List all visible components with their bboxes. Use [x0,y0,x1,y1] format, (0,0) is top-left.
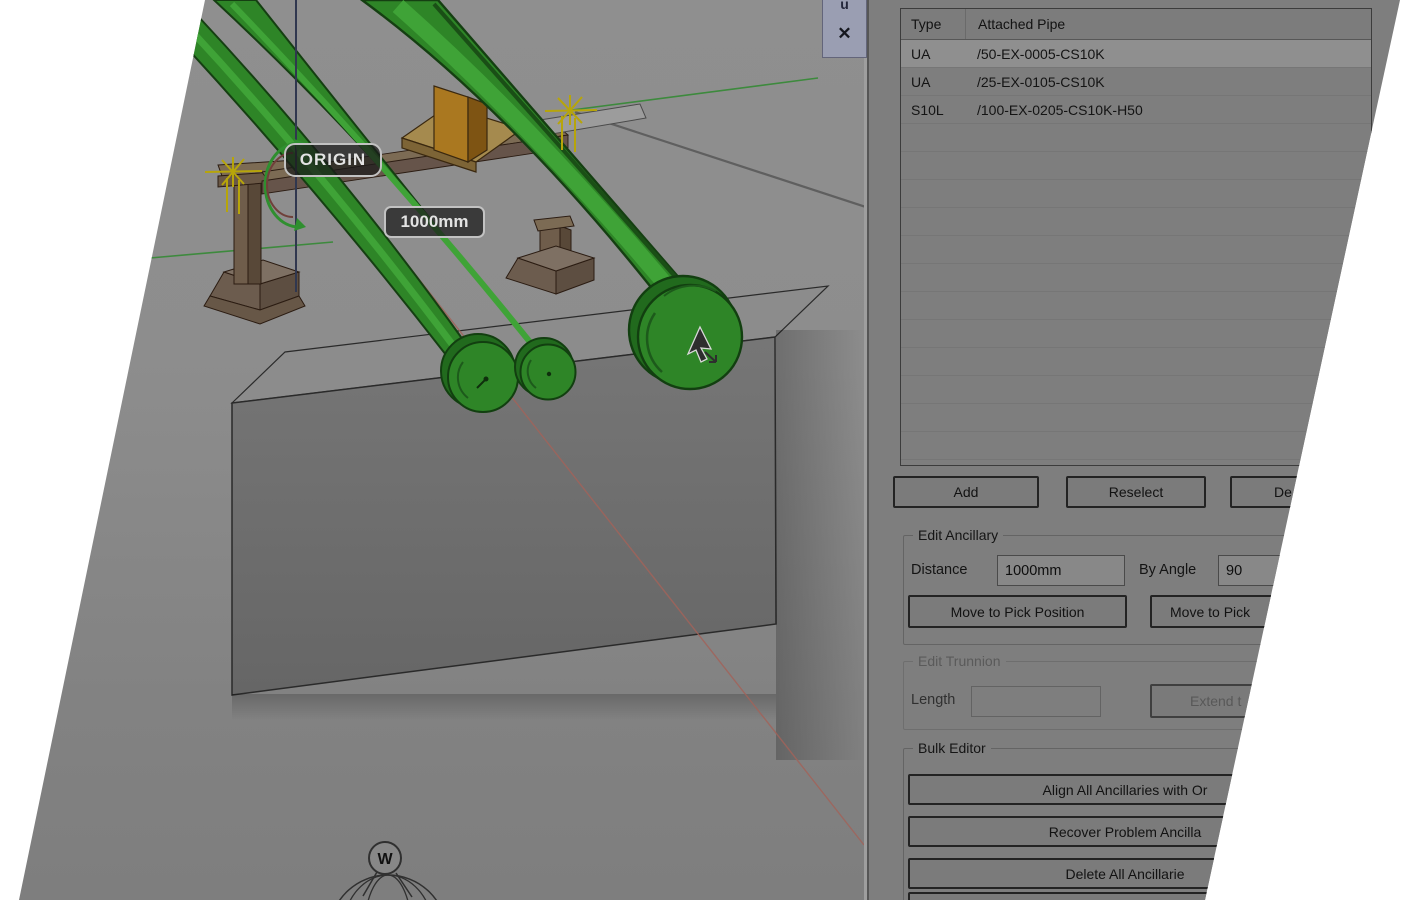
3d-viewport[interactable]: W ORIGIN 1000mm [0,0,866,900]
distance-readout-label: 1000mm [384,206,485,238]
table-row-empty[interactable] [901,404,1371,432]
bulk-editor-button[interactable]: Align All Ancillaries with Or [908,774,1342,805]
docked-panel-tab-title: u [823,0,866,12]
attached-pipe-table[interactable]: Type Attached Pipe UA/50-EX-0005-CS10KUA… [900,8,1372,466]
table-row-empty[interactable] [901,124,1371,152]
table-row-empty[interactable] [901,292,1371,320]
table-row-empty[interactable] [901,264,1371,292]
compass-gizmo[interactable]: W [329,842,447,900]
length-label: Length [911,692,955,708]
cell-type: UA [901,74,965,90]
table-row[interactable]: UA/25-EX-0105-CS10K [901,68,1371,96]
table-row-empty[interactable] [901,180,1371,208]
table-row[interactable]: S10L/100-EX-0205-CS10K-H50 [901,96,1371,124]
table-row-empty[interactable] [901,376,1371,404]
cell-type: UA [901,46,965,62]
table-row-empty[interactable] [901,320,1371,348]
add-button[interactable]: Add [893,476,1039,508]
table-row-empty[interactable] [901,460,1371,466]
edit-ancillary-title: Edit Ancillary [913,527,1003,543]
move-to-pick-button[interactable]: Move to Pick [1150,595,1369,628]
by-angle-input[interactable] [1218,555,1300,586]
bulk-editor-button-partial[interactable] [908,892,1342,900]
right-pipe-support[interactable] [506,216,594,294]
bulk-editor-title: Bulk Editor [913,740,991,756]
edit-trunnion-title: Edit Trunnion [913,653,1006,669]
table-row-empty[interactable] [901,432,1371,460]
bulk-editor-button[interactable]: Recover Problem Ancilla [908,816,1342,847]
table-row-empty[interactable] [901,348,1371,376]
table-row-empty[interactable] [901,236,1371,264]
axis-green-line-right [572,78,818,110]
table-header: Type Attached Pipe [901,9,1371,40]
bulk-editor-button[interactable]: Delete All Ancillarie [908,858,1342,889]
cell-attached-pipe: /100-EX-0205-CS10K-H50 [965,102,1371,118]
parallelogram-clip: W ORIGIN 1000mm u ✕ Type Attached Pipe U… [0,0,1407,900]
cad-application: W ORIGIN 1000mm u ✕ Type Attached Pipe U… [0,0,1407,900]
docked-panel-tab[interactable]: u ✕ [822,0,867,58]
cell-attached-pipe: /50-EX-0005-CS10K [965,46,1371,62]
move-to-pick-position-button[interactable]: Move to Pick Position [908,595,1127,628]
reselect-button[interactable]: Reselect [1066,476,1206,508]
compass-west-letter: W [377,851,393,868]
origin-label: ORIGIN [284,143,382,177]
by-angle-label: By Angle [1139,562,1196,578]
screenshot-stage: W ORIGIN 1000mm u ✕ Type Attached Pipe U… [0,0,1407,900]
edit-ancillary-group: Edit Ancillary [903,535,1373,645]
delete-button[interactable]: De [1230,476,1372,508]
column-header-attached-pipe[interactable]: Attached Pipe [965,9,1371,39]
extend-trunnion-button: Extend t [1150,684,1369,718]
column-header-type[interactable]: Type [901,16,965,32]
guide-line-gray [575,112,866,210]
table-row-empty[interactable] [901,208,1371,236]
distance-input[interactable] [997,555,1125,586]
close-icon[interactable]: ✕ [823,24,866,44]
length-input [971,686,1101,717]
cell-type: S10L [901,102,965,118]
table-body: UA/50-EX-0005-CS10KUA/25-EX-0105-CS10KS1… [901,40,1371,466]
3d-scene: W [0,0,866,900]
table-row-empty[interactable] [901,152,1371,180]
distance-label: Distance [911,562,967,578]
table-row[interactable]: UA/50-EX-0005-CS10K [901,40,1371,68]
cell-attached-pipe: /25-EX-0105-CS10K [965,74,1371,90]
